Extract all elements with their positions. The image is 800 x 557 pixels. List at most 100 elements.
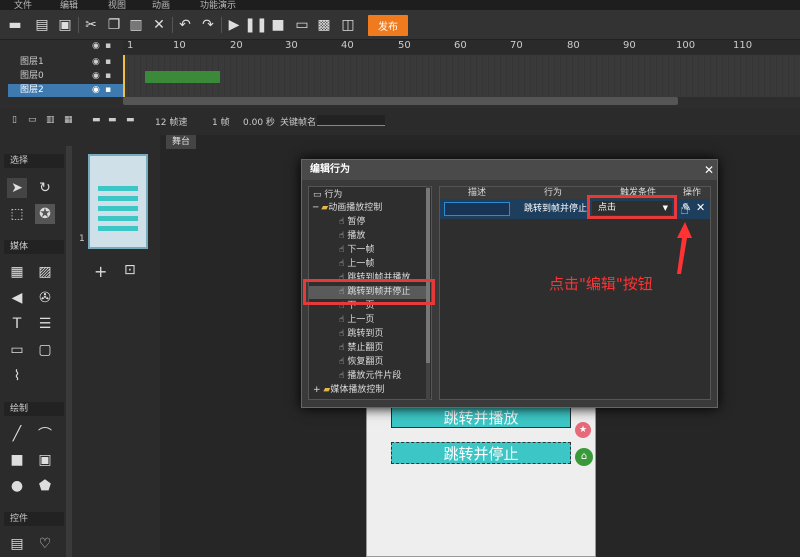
lock-icon[interactable]: ▪ [105,56,111,69]
circle-icon[interactable]: ● [7,476,27,496]
arrow-icon[interactable]: ➤ [7,178,27,198]
frame-icon[interactable]: ▬ [126,115,135,125]
tree-item[interactable]: ☝ 暂停 [339,216,365,229]
ruler-tick: 90 [623,40,636,51]
tab-stage[interactable]: 舞台 [166,135,196,149]
preview-icon[interactable]: ▭ [292,15,312,35]
lock-icon[interactable]: ▪ [105,70,111,83]
share-icon[interactable]: ◫ [338,15,358,35]
paste-icon[interactable]: ▥ [126,15,146,35]
jump-stop-button[interactable]: 跳转并停止 [391,442,571,464]
board-icon[interactable]: ▭ [7,340,27,360]
paragraph-icon[interactable]: ☰ [35,314,55,334]
menu-animation[interactable]: 动画 [152,0,170,10]
tree-item[interactable]: ☝ 禁止翻页 [339,342,383,355]
section-select: 选择 [4,154,64,168]
hand-icon: ☝ [339,315,345,325]
layer-item[interactable]: 图层0 ◉ ▪ [8,70,123,83]
video-icon[interactable]: ✇ [35,288,55,308]
add-page-icon[interactable]: + [94,262,107,281]
new-layer-icon[interactable]: ▯ [12,115,17,125]
playhead[interactable] [123,55,125,97]
layer-name: 图层1 [20,57,44,67]
open-file-icon[interactable]: ▤ [32,15,52,35]
text-icon[interactable]: T [7,314,27,334]
stage-canvas[interactable]: 跳转并播放 跳转并停止 ★ ⌂ [366,395,596,557]
stop-icon[interactable]: ■ [268,15,288,35]
tree-item[interactable]: ☝ 恢复翻页 [339,356,383,369]
heart-icon[interactable]: ♡ [35,534,55,554]
cut-icon[interactable]: ✂ [81,15,101,35]
lock-icon[interactable]: ▪ [105,40,111,53]
tree-group[interactable]: + ▰媒体播放控制 [313,384,384,397]
action-cell: 跳转到帧并停止 [524,204,588,214]
collapse-icon[interactable]: ─ [313,203,318,213]
timeline-frames[interactable] [123,55,800,97]
rotate-icon[interactable]: ↻ [35,178,55,198]
menu-demo[interactable]: 功能演示 [200,0,236,10]
tree-group[interactable]: ─ ▰动画播放控制 [313,202,382,215]
audio-icon[interactable]: ◀ [7,288,27,308]
frame-span[interactable] [145,71,220,83]
menu-edit[interactable]: 编辑 [60,0,78,10]
description-input[interactable] [444,202,510,216]
tree-item[interactable]: ☝ 上一帧 [339,258,374,271]
expand-icon[interactable]: + [313,385,321,395]
timeline-scrollbar[interactable] [123,97,678,105]
hand-icon: ☝ [339,343,345,353]
annotation-arrow [677,222,692,274]
pentagon-icon[interactable]: ⬟ [35,476,55,496]
layer-item[interactable]: 图层1 ◉ ▪ [8,56,123,69]
apps-icon[interactable]: ▦ [7,262,27,282]
redo-icon[interactable]: ↷ [198,15,218,35]
behavior-badge-icon[interactable]: ⌂ [575,448,593,466]
tree-item[interactable]: ☝ 播放元件片段 [339,370,401,383]
eye-icon[interactable]: ◉ [92,56,100,69]
chart-icon[interactable]: ⌇ [7,366,27,386]
qrcode-icon[interactable]: ▩ [314,15,334,35]
curve-icon[interactable]: ⌒ [35,424,55,444]
play-icon[interactable]: ▶ [224,15,244,35]
eye-icon[interactable]: ◉ [92,70,100,83]
timeline-ruler[interactable]: 1 10 20 30 40 50 60 70 80 90 100 110 [123,40,800,54]
close-icon[interactable]: ✕ [702,160,716,180]
remove-icon[interactable]: ✕ [696,201,708,217]
layer-item-selected[interactable]: 图层2 ◉ ▪ [8,84,123,97]
star-icon[interactable]: ✪ [35,204,55,224]
frame-name-input[interactable] [317,115,385,126]
delete-icon[interactable]: ✕ [149,15,169,35]
save-icon[interactable]: ▣ [55,15,75,35]
transform-icon[interactable]: ⬚ [7,204,27,224]
rectangle-icon[interactable]: ■ [7,450,27,470]
frame-icon[interactable]: ▬ [92,115,101,125]
control-icon[interactable]: ▤ [7,534,27,554]
tree-item[interactable]: ☝ 上一页 [339,314,374,327]
page-thumbnail[interactable] [88,154,148,249]
pause-icon[interactable]: ❚❚ [244,15,267,35]
image-icon[interactable]: ▨ [35,262,55,282]
undo-icon[interactable]: ↶ [175,15,195,35]
menu-view[interactable]: 视图 [108,0,126,10]
ruler-tick: 10 [173,40,186,51]
eye-icon[interactable]: ◉ [92,84,100,97]
folder-icon[interactable]: ▭ [28,115,37,125]
tree-item[interactable]: ☝ 播放 [339,230,365,243]
insert-page-icon[interactable]: ⊡ [124,262,136,278]
copy-icon[interactable]: ❐ [104,15,124,35]
badge-star-icon[interactable]: ★ [575,422,591,438]
publish-button[interactable]: 发布 [368,15,408,36]
rounded-rect-icon[interactable]: ▣ [35,450,55,470]
grid-icon[interactable]: ▦ [64,115,73,125]
tree-item[interactable]: ☝ 下一帧 [339,244,374,257]
jump-play-button[interactable]: 跳转并播放 [391,406,571,428]
frame-icon[interactable]: ▬ [108,115,117,125]
line-icon[interactable]: ╱ [7,424,27,444]
eye-icon[interactable]: ◉ [92,40,100,53]
tree-root[interactable]: ▭ 行为 [313,189,342,202]
lock-icon[interactable]: ▪ [105,84,111,97]
trash-icon[interactable]: ▥ [46,115,55,125]
new-file-icon[interactable]: ▬ [5,15,25,35]
tree-item[interactable]: ☝ 跳转到页 [339,328,383,341]
code-icon[interactable]: ▢ [35,340,55,360]
menu-file[interactable]: 文件 [14,0,32,10]
